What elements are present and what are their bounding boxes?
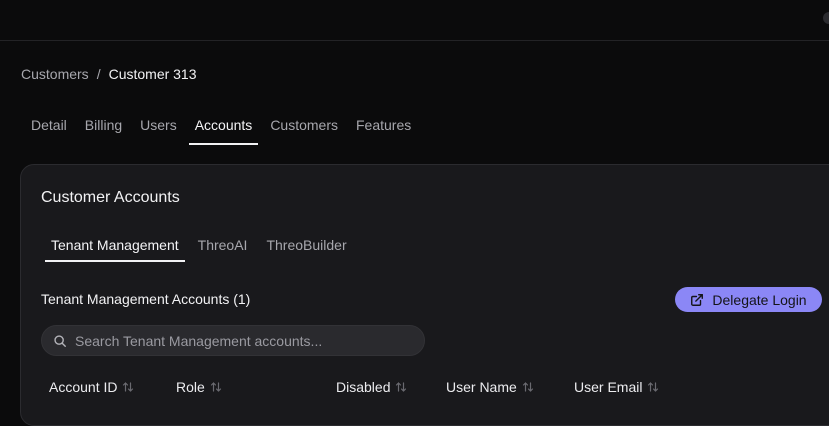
column-label: Disabled — [336, 379, 391, 395]
sort-icon — [522, 381, 534, 393]
column-label: Role — [176, 379, 205, 395]
column-disabled[interactable]: Disabled — [336, 379, 407, 395]
column-account-id[interactable]: Account ID — [49, 379, 134, 395]
search-input[interactable] — [75, 332, 395, 349]
subtab-tenant-management[interactable]: Tenant Management — [45, 233, 185, 262]
external-link-icon — [690, 293, 704, 307]
search-field[interactable] — [41, 325, 425, 356]
page-tabs: Detail Billing Users Accounts Customers … — [25, 108, 423, 145]
delegate-login-button[interactable]: Delegate Login — [675, 287, 822, 312]
column-user-name[interactable]: User Name — [446, 379, 534, 395]
column-role[interactable]: Role — [176, 379, 222, 395]
delegate-login-label: Delegate Login — [712, 291, 807, 308]
sort-icon — [395, 381, 407, 393]
section-title: Tenant Management Accounts (1) — [41, 291, 251, 307]
subtab-threobuilder[interactable]: ThreoBuilder — [260, 233, 352, 262]
breadcrumb-current: Customer 313 — [108, 66, 197, 82]
breadcrumb-separator: / — [96, 66, 101, 82]
subtab-threoai[interactable]: ThreoAI — [192, 233, 254, 262]
column-label: User Email — [574, 379, 643, 395]
tab-detail[interactable]: Detail — [25, 108, 73, 145]
top-bar — [0, 0, 829, 41]
avatar[interactable] — [823, 12, 829, 24]
card-title: Customer Accounts — [41, 189, 180, 206]
column-user-email[interactable]: User Email — [574, 379, 659, 395]
column-label: User Name — [446, 379, 517, 395]
tab-billing[interactable]: Billing — [79, 108, 128, 145]
breadcrumb-customers-link[interactable]: Customers — [21, 66, 89, 82]
customer-accounts-card: Customer Accounts Tenant Management Thre… — [20, 164, 829, 426]
account-type-tabs: Tenant Management ThreoAI ThreoBuilder — [45, 233, 360, 262]
table-header: Account ID Role Disabled User Name User … — [21, 379, 829, 399]
sort-icon — [122, 381, 134, 393]
tab-accounts[interactable]: Accounts — [188, 108, 259, 145]
search-icon — [53, 334, 67, 348]
breadcrumb: Customers / Customer 313 — [21, 66, 197, 82]
sort-icon — [647, 381, 659, 393]
tab-customers[interactable]: Customers — [264, 108, 344, 145]
tab-features[interactable]: Features — [350, 108, 417, 145]
tab-users[interactable]: Users — [134, 108, 183, 145]
sort-icon — [210, 381, 222, 393]
column-label: Account ID — [49, 379, 118, 395]
